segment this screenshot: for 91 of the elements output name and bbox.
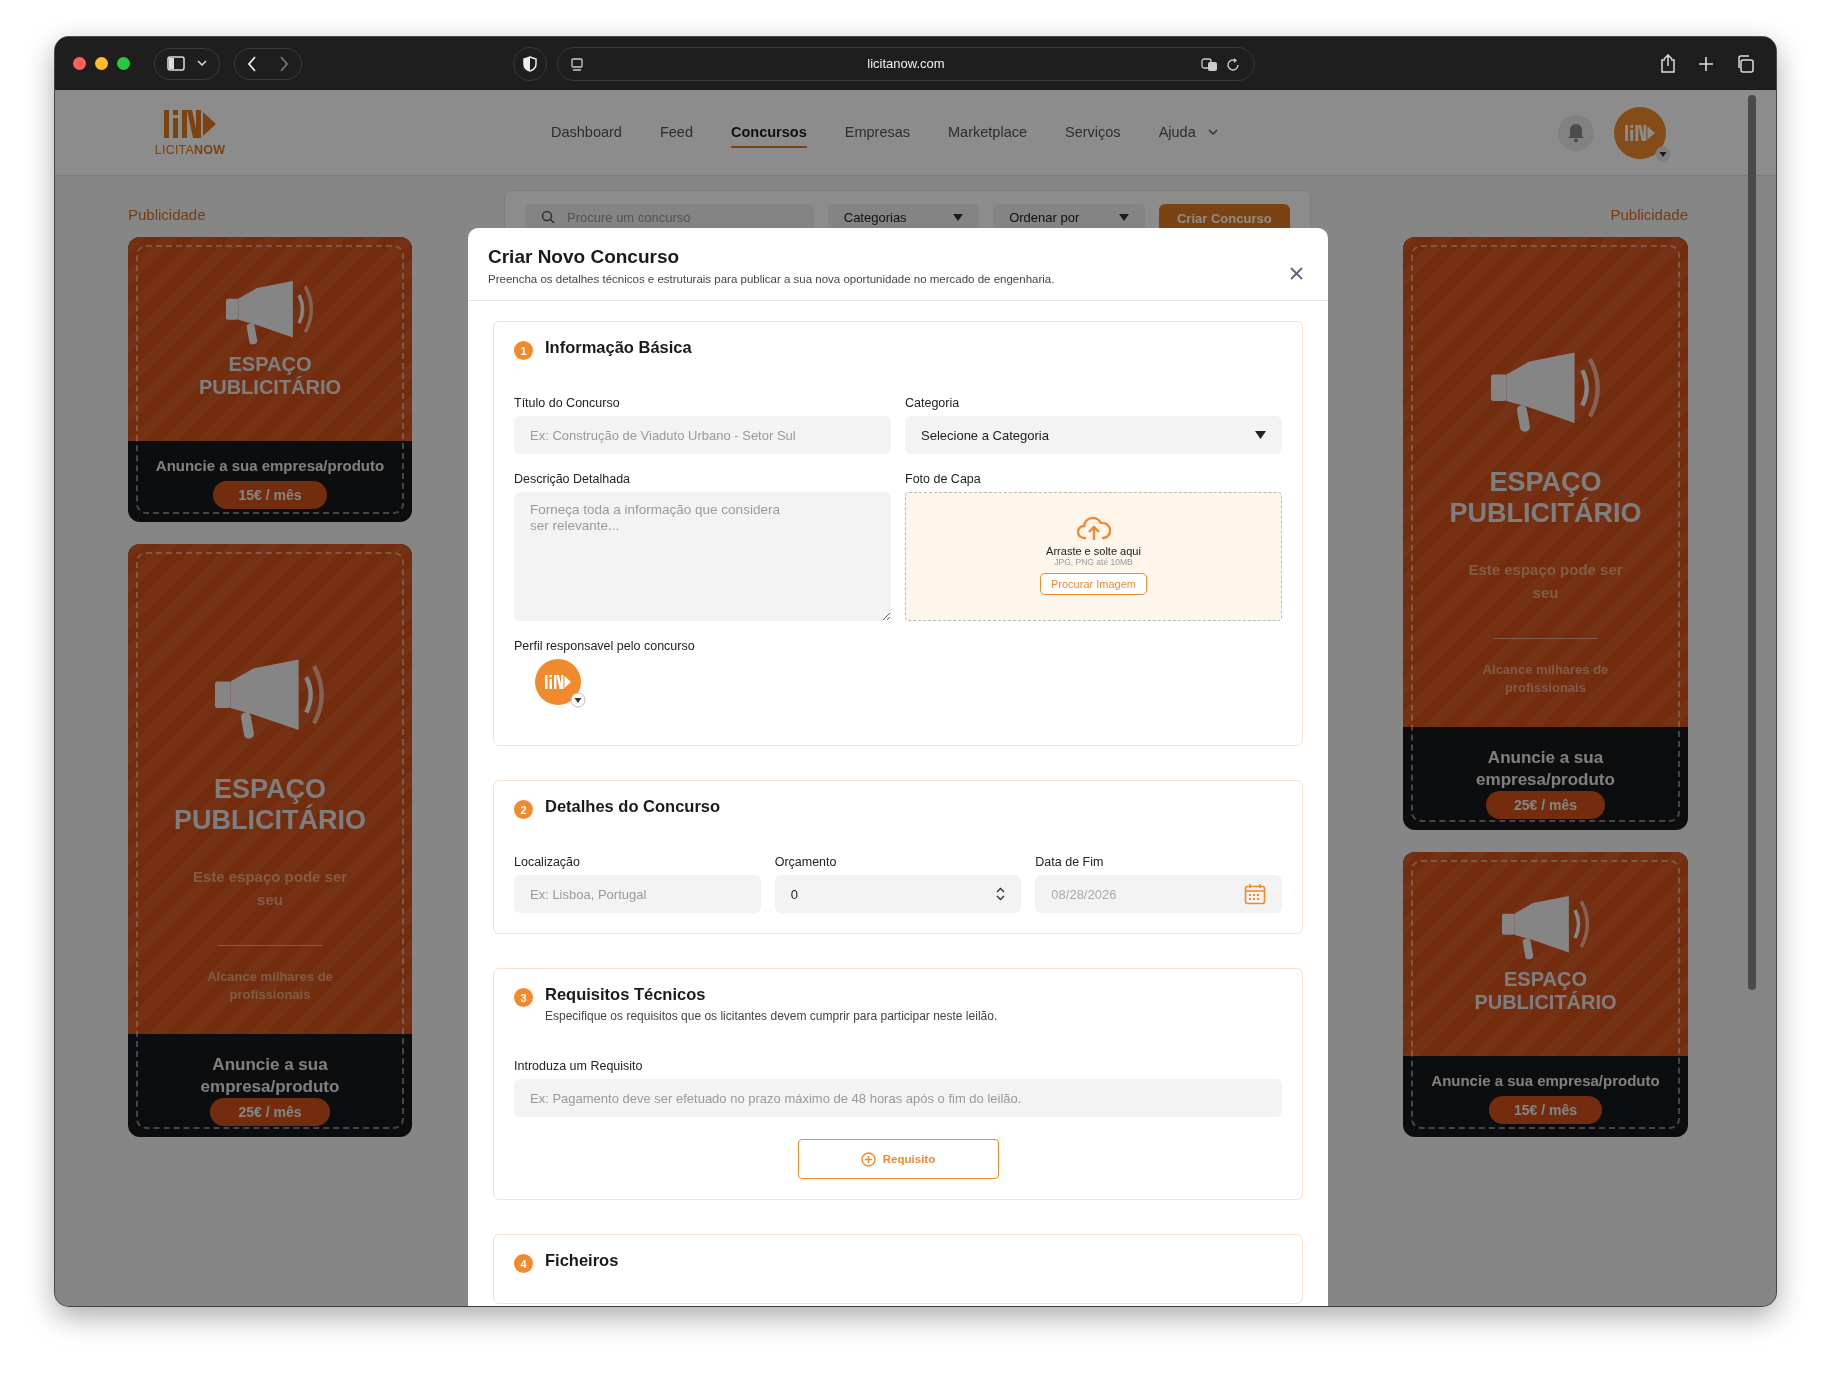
nav-link[interactable]: Serviços [1065,117,1121,148]
budget-field[interactable]: 0 [774,875,1022,913]
ad-card[interactable]: ESPAÇO PUBLICITÁRIO Anuncie a sua empresa/produto 15€ / mês [1403,852,1688,1137]
description-field[interactable]: Forneça toda a informação que considera ser relevante... [514,492,891,621]
field-label: Categoria [905,396,961,410]
ad-cta-text: Anuncie a sua empresa/produto [155,457,385,474]
section-label: Publicidade [128,206,207,223]
add-requirement-button[interactable]: Requisito [797,1139,999,1179]
brand-name: LICITANOW [154,143,226,157]
page-menu-icon[interactable] [570,57,584,72]
caret-icon [953,214,964,221]
sidebar-icon [167,56,185,71]
ad-title: ESPAÇO PUBLICITÁRIO [1473,968,1618,1014]
input-field[interactable]: Ex: Pagamento deve ser efetuado no prazo máximo de 48 horas após o fim do leilão. [514,1079,1282,1117]
ad-card[interactable]: ESPAÇO PUBLICITÁRIO Anuncie a sua empresa/produto 15€ / mês [128,237,412,522]
chevron-down-icon [197,60,207,67]
input-field[interactable]: Ex: Construção de Viaduto Urbano - Setor Sul [514,416,891,454]
ad-card[interactable]: ESPAÇO PUBLICITÁRIO Este espaço pode ser seu Alcance milhares de profissionais Anuncie a sua empresa/produto 25€ / mês [1403,237,1688,830]
nav-link[interactable]: Empresas [844,117,911,148]
ad-tagline: Este espaço pode ser seu [191,867,349,910]
share-icon[interactable] [1660,54,1676,73]
section-title: Requisitos Técnicos [545,985,707,1004]
field-label: Descrição Detalhada [514,472,632,486]
field-label: Orçamento [774,855,838,869]
stepper-icon[interactable] [996,887,1006,901]
ad-cta-text: Anuncie a sua empresa/produto [199,1054,341,1099]
section-title: Ficheiros [545,1251,619,1270]
url-text: licitanow.com [867,56,945,71]
section-label: Publicidade [1609,206,1688,223]
dialog-subtitle: Preencha os detalhes técnicos e estruturais para publicar a sua nova oportunidade no mercado de engenharia. [488,273,1055,285]
bell-icon [1567,122,1585,143]
caret-icon [1118,214,1129,221]
close-window-button[interactable] [73,57,86,70]
nav-link[interactable]: Concursos [731,117,807,148]
section-description: Especifique os requisitos que os licitantes devem cumprir para participar neste leilão. [545,1009,998,1023]
field-label: Foto de Capa [905,472,982,486]
caret-icon [1255,431,1266,439]
translate-icon[interactable] [1201,57,1218,72]
step-number: 4 [514,1254,533,1273]
scrollbar[interactable] [1748,95,1756,990]
caret-icon[interactable] [570,692,586,708]
section-title: Detalhes do Concurso [545,797,721,816]
ad-reach-text: Alcance milhares de profissionais [206,968,334,1005]
logo-icon [1624,122,1656,143]
section-title: Informação Básica [545,338,692,357]
category-select[interactable]: Selecione a Categoria [905,416,1282,454]
notifications-button[interactable] [1558,114,1594,151]
field-label: Título do Concurso [514,396,621,410]
caret-icon[interactable] [1655,145,1671,162]
price-badge: 15€ / mês [213,481,327,509]
ad-title: ESPAÇO PUBLICITÁRIO [1448,467,1643,530]
minimize-window-button[interactable] [95,57,108,70]
ad-title: ESPAÇO PUBLICITÁRIO [197,353,343,399]
shield-icon [523,55,537,72]
field-label: Introduza um Requisito [514,1059,644,1073]
price-badge: 15€ / mês [1488,1096,1603,1124]
nav-link[interactable]: Marketplace [948,117,1027,148]
dialog-title: Criar Novo Concurso [488,246,681,268]
ad-title: ESPAÇO PUBLICITÁRIO [173,774,367,837]
back-icon[interactable] [247,55,257,72]
step-number: 1 [514,341,533,360]
search-icon [541,210,555,224]
field-label: Data de Fim [1035,855,1105,869]
ad-cta-text: Anuncie a sua empresa/produto [1431,1072,1660,1089]
nav-link[interactable]: Ajuda [1158,117,1218,148]
ad-card[interactable]: ESPAÇO PUBLICITÁRIO Este espaço pode ser seu Alcance milhares de profissionais Anuncie a sua empresa/produto 25€ / mês [128,544,412,1137]
nav-link[interactable]: Dashboard [551,117,622,148]
logo-icon [544,674,572,690]
zoom-window-button[interactable] [117,57,130,70]
image-drop-zone[interactable]: Arraste e solte aqui JPG, PNG até 10MB Procurar Imagem [905,492,1282,621]
upload-hint: JPG, PNG até 10MB [1054,557,1133,567]
input-field[interactable]: Ex: Lisboa, Portugal [514,875,761,913]
upload-prompt: Arraste e solte aqui [1046,545,1141,557]
reload-icon[interactable] [1226,57,1240,72]
browse-image-button[interactable]: Procurar Imagem [1040,573,1147,595]
price-badge: 25€ / mês [1485,791,1606,820]
step-number: 2 [514,800,533,819]
ad-cta-text: Anuncie a sua empresa/produto [1475,747,1616,792]
tabs-overview-icon[interactable] [1736,54,1754,73]
forward-icon[interactable] [279,55,289,72]
plus-circle-icon [860,1151,876,1167]
price-badge: 25€ / mês [210,1098,330,1127]
new-tab-icon[interactable] [1698,55,1714,72]
ad-reach-text: Alcance milhares de profissionais [1481,661,1610,698]
step-number: 3 [514,988,533,1007]
close-icon[interactable] [1290,267,1303,280]
ad-tagline: Este espaço pode ser seu [1467,560,1624,603]
nav-link[interactable]: Feed [659,117,693,148]
cloud-upload-icon [1076,515,1111,541]
field-label: Perfil responsavel pelo concurso [514,639,696,653]
field-label: Localização [514,855,581,869]
